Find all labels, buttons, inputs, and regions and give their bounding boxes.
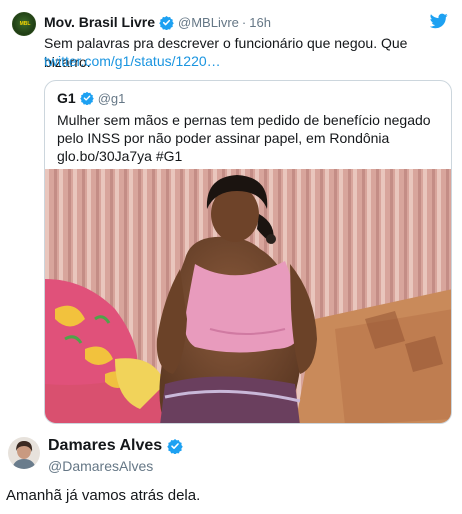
separator-dot: ·	[241, 14, 247, 30]
twitter-bird-icon[interactable]	[430, 13, 448, 29]
quoted-tweet-photo[interactable]	[45, 169, 452, 424]
reply-author-header: Damares Alves	[48, 437, 187, 455]
quoted-tweet-header: G1 @g1	[57, 89, 125, 107]
avatar-logo-text: MBL	[19, 21, 31, 27]
quoted-author-name[interactable]: G1	[57, 90, 76, 106]
verified-badge-icon	[167, 439, 183, 454]
reply-tweet-text: Amanhã já vamos atrás dela.	[6, 487, 201, 504]
reply-author-avatar[interactable]	[8, 437, 40, 469]
tweet-header: Mov. Brasil Livre @MBLivre · 16h	[44, 12, 271, 32]
reply-author-name[interactable]: Damares Alves	[48, 437, 162, 455]
quoted-tweet-text: Mulher sem mãos e pernas tem pedido de b…	[57, 112, 431, 164]
author-name[interactable]: Mov. Brasil Livre	[44, 14, 155, 30]
verified-badge-icon	[159, 15, 174, 30]
tweet-timestamp[interactable]: 16h	[249, 15, 271, 30]
author-handle[interactable]: @MBLivre	[178, 15, 239, 30]
tweet-card: MBL Mov. Brasil Livre @MBLivre · 16h Sem…	[0, 0, 462, 427]
reply-tweet-card: Damares Alves @DamaresAlves Amanhã já va…	[0, 427, 462, 514]
quoted-tweet-link[interactable]: twitter.com/g1/status/1220…	[44, 52, 221, 71]
quoted-author-handle[interactable]: @g1	[98, 91, 126, 106]
quoted-tweet-card[interactable]: G1 @g1 Mulher sem mãos e pernas tem pedi…	[44, 80, 452, 424]
verified-badge-icon	[79, 91, 94, 105]
author-avatar[interactable]: MBL	[12, 12, 36, 36]
reply-author-handle[interactable]: @DamaresAlves	[48, 458, 153, 474]
